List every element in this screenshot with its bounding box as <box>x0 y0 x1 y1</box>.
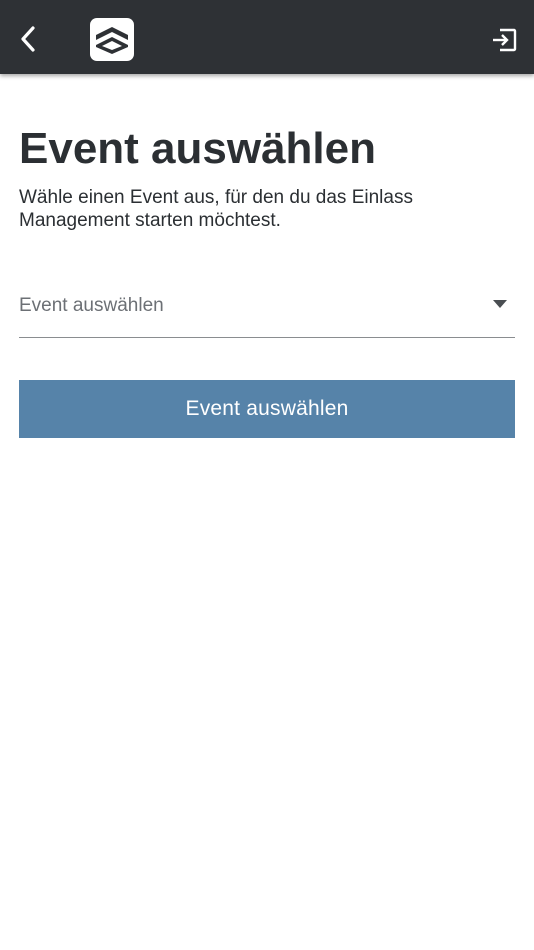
logout-button[interactable] <box>484 20 524 60</box>
app-logo-icon <box>96 26 128 54</box>
select-event-button[interactable]: Event auswählen <box>19 380 515 438</box>
page-description: Wähle einen Event aus, für den du das Ei… <box>19 187 413 231</box>
event-select-placeholder: Event auswählen <box>19 295 164 316</box>
app-logo <box>90 18 134 61</box>
event-select[interactable]: Event auswählen <box>19 288 515 338</box>
main-content: Event auswählen Wähle einen Event aus, f… <box>19 74 515 438</box>
back-button[interactable] <box>8 19 48 59</box>
page-title: Event auswählen <box>19 124 377 173</box>
caret-down-icon <box>493 300 507 308</box>
logout-icon <box>493 28 517 52</box>
chevron-left-icon <box>21 26 35 52</box>
app-bar <box>0 0 534 74</box>
